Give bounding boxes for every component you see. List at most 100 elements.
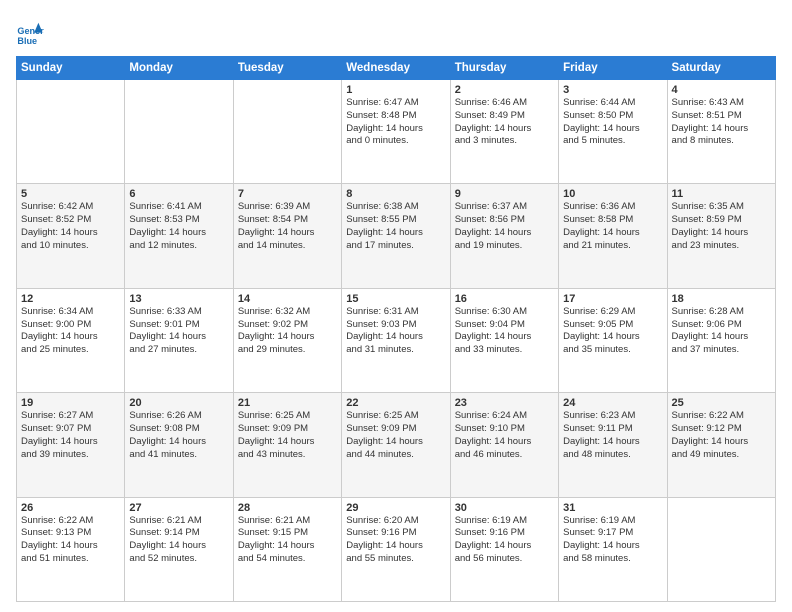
calendar-cell: 19Sunrise: 6:27 AMSunset: 9:07 PMDayligh… (17, 393, 125, 497)
day-number: 27 (129, 502, 228, 514)
day-info: Sunrise: 6:22 AMSunset: 9:12 PMDaylight:… (672, 410, 771, 461)
day-info: Sunrise: 6:33 AMSunset: 9:01 PMDaylight:… (129, 306, 228, 357)
calendar-cell: 9Sunrise: 6:37 AMSunset: 8:56 PMDaylight… (450, 184, 558, 288)
day-number: 4 (672, 84, 771, 96)
svg-text:Blue: Blue (17, 36, 37, 46)
day-info: Sunrise: 6:23 AMSunset: 9:11 PMDaylight:… (563, 410, 662, 461)
day-number: 19 (21, 397, 120, 409)
day-info: Sunrise: 6:42 AMSunset: 8:52 PMDaylight:… (21, 201, 120, 252)
day-number: 23 (455, 397, 554, 409)
calendar-cell: 10Sunrise: 6:36 AMSunset: 8:58 PMDayligh… (559, 184, 667, 288)
day-info: Sunrise: 6:25 AMSunset: 9:09 PMDaylight:… (238, 410, 337, 461)
week-row-2: 5Sunrise: 6:42 AMSunset: 8:52 PMDaylight… (17, 184, 776, 288)
day-number: 13 (129, 293, 228, 305)
calendar-cell: 28Sunrise: 6:21 AMSunset: 9:15 PMDayligh… (233, 497, 341, 601)
day-info: Sunrise: 6:43 AMSunset: 8:51 PMDaylight:… (672, 97, 771, 148)
day-info: Sunrise: 6:39 AMSunset: 8:54 PMDaylight:… (238, 201, 337, 252)
calendar-cell (233, 80, 341, 184)
week-row-1: 1Sunrise: 6:47 AMSunset: 8:48 PMDaylight… (17, 80, 776, 184)
day-number: 7 (238, 188, 337, 200)
day-info: Sunrise: 6:21 AMSunset: 9:14 PMDaylight:… (129, 515, 228, 566)
day-number: 30 (455, 502, 554, 514)
day-number: 3 (563, 84, 662, 96)
day-number: 18 (672, 293, 771, 305)
day-number: 20 (129, 397, 228, 409)
day-info: Sunrise: 6:19 AMSunset: 9:16 PMDaylight:… (455, 515, 554, 566)
day-header-tuesday: Tuesday (233, 57, 341, 80)
week-row-5: 26Sunrise: 6:22 AMSunset: 9:13 PMDayligh… (17, 497, 776, 601)
day-number: 6 (129, 188, 228, 200)
calendar-cell: 29Sunrise: 6:20 AMSunset: 9:16 PMDayligh… (342, 497, 450, 601)
calendar-table: SundayMondayTuesdayWednesdayThursdayFrid… (16, 56, 776, 602)
day-info: Sunrise: 6:30 AMSunset: 9:04 PMDaylight:… (455, 306, 554, 357)
day-info: Sunrise: 6:24 AMSunset: 9:10 PMDaylight:… (455, 410, 554, 461)
day-number: 21 (238, 397, 337, 409)
calendar-cell: 11Sunrise: 6:35 AMSunset: 8:59 PMDayligh… (667, 184, 775, 288)
logo-icon: General Blue (16, 20, 44, 48)
header: General Blue (16, 16, 776, 48)
day-info: Sunrise: 6:37 AMSunset: 8:56 PMDaylight:… (455, 201, 554, 252)
day-number: 5 (21, 188, 120, 200)
day-info: Sunrise: 6:47 AMSunset: 8:48 PMDaylight:… (346, 97, 445, 148)
logo: General Blue (16, 20, 48, 48)
calendar-cell: 13Sunrise: 6:33 AMSunset: 9:01 PMDayligh… (125, 288, 233, 392)
calendar-cell: 23Sunrise: 6:24 AMSunset: 9:10 PMDayligh… (450, 393, 558, 497)
day-number: 11 (672, 188, 771, 200)
calendar-body: 1Sunrise: 6:47 AMSunset: 8:48 PMDaylight… (17, 80, 776, 602)
day-number: 22 (346, 397, 445, 409)
day-number: 24 (563, 397, 662, 409)
day-number: 29 (346, 502, 445, 514)
day-info: Sunrise: 6:36 AMSunset: 8:58 PMDaylight:… (563, 201, 662, 252)
day-number: 8 (346, 188, 445, 200)
day-header-saturday: Saturday (667, 57, 775, 80)
day-header-wednesday: Wednesday (342, 57, 450, 80)
day-number: 15 (346, 293, 445, 305)
calendar-cell: 30Sunrise: 6:19 AMSunset: 9:16 PMDayligh… (450, 497, 558, 601)
day-number: 31 (563, 502, 662, 514)
day-info: Sunrise: 6:25 AMSunset: 9:09 PMDaylight:… (346, 410, 445, 461)
day-number: 26 (21, 502, 120, 514)
calendar-cell: 22Sunrise: 6:25 AMSunset: 9:09 PMDayligh… (342, 393, 450, 497)
day-number: 2 (455, 84, 554, 96)
day-info: Sunrise: 6:26 AMSunset: 9:08 PMDaylight:… (129, 410, 228, 461)
day-info: Sunrise: 6:21 AMSunset: 9:15 PMDaylight:… (238, 515, 337, 566)
calendar-cell: 8Sunrise: 6:38 AMSunset: 8:55 PMDaylight… (342, 184, 450, 288)
calendar-cell: 20Sunrise: 6:26 AMSunset: 9:08 PMDayligh… (125, 393, 233, 497)
day-number: 25 (672, 397, 771, 409)
calendar-cell: 4Sunrise: 6:43 AMSunset: 8:51 PMDaylight… (667, 80, 775, 184)
calendar-cell: 21Sunrise: 6:25 AMSunset: 9:09 PMDayligh… (233, 393, 341, 497)
calendar-cell: 6Sunrise: 6:41 AMSunset: 8:53 PMDaylight… (125, 184, 233, 288)
day-info: Sunrise: 6:19 AMSunset: 9:17 PMDaylight:… (563, 515, 662, 566)
calendar-cell: 25Sunrise: 6:22 AMSunset: 9:12 PMDayligh… (667, 393, 775, 497)
calendar-cell: 1Sunrise: 6:47 AMSunset: 8:48 PMDaylight… (342, 80, 450, 184)
day-header-monday: Monday (125, 57, 233, 80)
day-info: Sunrise: 6:38 AMSunset: 8:55 PMDaylight:… (346, 201, 445, 252)
day-info: Sunrise: 6:32 AMSunset: 9:02 PMDaylight:… (238, 306, 337, 357)
day-info: Sunrise: 6:44 AMSunset: 8:50 PMDaylight:… (563, 97, 662, 148)
day-info: Sunrise: 6:34 AMSunset: 9:00 PMDaylight:… (21, 306, 120, 357)
day-info: Sunrise: 6:20 AMSunset: 9:16 PMDaylight:… (346, 515, 445, 566)
day-info: Sunrise: 6:29 AMSunset: 9:05 PMDaylight:… (563, 306, 662, 357)
day-info: Sunrise: 6:46 AMSunset: 8:49 PMDaylight:… (455, 97, 554, 148)
calendar-cell: 31Sunrise: 6:19 AMSunset: 9:17 PMDayligh… (559, 497, 667, 601)
day-number: 10 (563, 188, 662, 200)
calendar-cell: 27Sunrise: 6:21 AMSunset: 9:14 PMDayligh… (125, 497, 233, 601)
day-number: 14 (238, 293, 337, 305)
day-info: Sunrise: 6:22 AMSunset: 9:13 PMDaylight:… (21, 515, 120, 566)
day-number: 28 (238, 502, 337, 514)
day-info: Sunrise: 6:41 AMSunset: 8:53 PMDaylight:… (129, 201, 228, 252)
calendar-cell (17, 80, 125, 184)
calendar-cell: 3Sunrise: 6:44 AMSunset: 8:50 PMDaylight… (559, 80, 667, 184)
day-number: 17 (563, 293, 662, 305)
page: General Blue SundayMondayTuesdayWednesda… (0, 0, 792, 612)
calendar-cell: 16Sunrise: 6:30 AMSunset: 9:04 PMDayligh… (450, 288, 558, 392)
day-header-thursday: Thursday (450, 57, 558, 80)
day-number: 16 (455, 293, 554, 305)
calendar-cell: 15Sunrise: 6:31 AMSunset: 9:03 PMDayligh… (342, 288, 450, 392)
day-number: 1 (346, 84, 445, 96)
day-header-sunday: Sunday (17, 57, 125, 80)
calendar-cell: 12Sunrise: 6:34 AMSunset: 9:00 PMDayligh… (17, 288, 125, 392)
calendar-cell: 5Sunrise: 6:42 AMSunset: 8:52 PMDaylight… (17, 184, 125, 288)
calendar-cell (125, 80, 233, 184)
calendar-cell: 26Sunrise: 6:22 AMSunset: 9:13 PMDayligh… (17, 497, 125, 601)
